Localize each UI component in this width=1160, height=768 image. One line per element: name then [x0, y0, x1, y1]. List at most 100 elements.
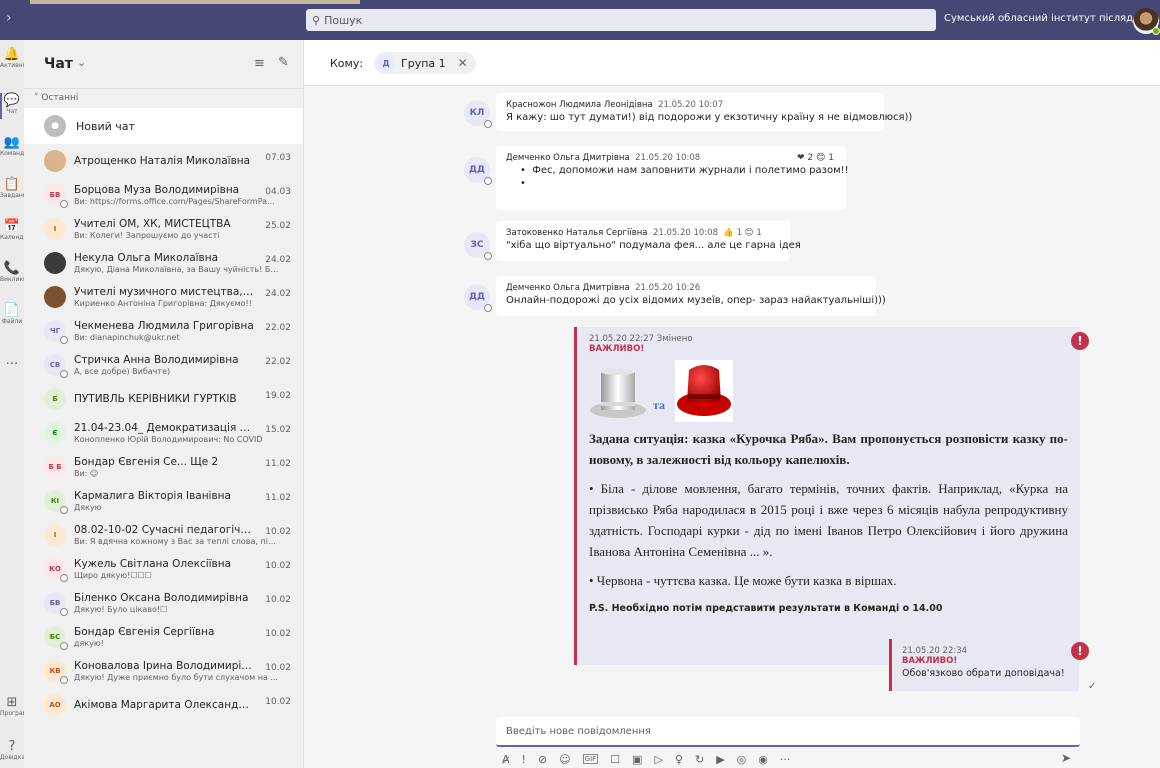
more-icon[interactable]: ··· — [780, 753, 791, 766]
search-icon: ⚲ — [312, 13, 321, 27]
seen-status-icon: ✓ — [1088, 681, 1097, 692]
chat-list-item[interactable]: Б Б Бондар Євгенія Се... Ще 2 Ви: ☺ 11.02 — [24, 450, 303, 484]
chat-list-item[interactable]: І Учителі ОМ, ХК, МИСТЕЦТВА Ви: Колеги! За… — [24, 212, 303, 246]
presence-available-icon — [1152, 27, 1160, 35]
close-icon[interactable]: ✕ — [458, 56, 468, 70]
reactions: 👍 1 😊 1 — [723, 228, 762, 238]
important-message[interactable]: 21.05.20 22:27 Змінено ВАЖЛИВО! та Задан… — [574, 327, 1080, 665]
chat-list-item[interactable]: Б ПУТИВЛЬ КЕРІВНИКИ ГУРТКІВ 19.02 — [24, 382, 303, 416]
compose-placeholder: Введіть нове повідомлення — [506, 726, 651, 737]
avatar[interactable]: ЗС — [464, 232, 492, 260]
avatar: ЧГ — [44, 320, 68, 344]
org-name[interactable]: Сумський обласний інститут післядипло... — [944, 13, 1160, 24]
chat-list-item[interactable]: Є21.04-23.04_ Демократизація та парт...К… — [24, 416, 303, 450]
chat-list-item[interactable]: Атрощенко Наталія Миколаївна 07.03 — [24, 144, 303, 178]
search-box[interactable]: ⚲ Пошук — [306, 9, 936, 31]
youtube-icon[interactable]: ▶ — [716, 753, 724, 766]
app-icon[interactable]: ◉ — [758, 753, 768, 766]
avatar: Б — [44, 388, 66, 410]
rail-apps[interactable]: ⊞Програми — [0, 696, 24, 718]
calls-icon: 📞 — [3, 261, 21, 276]
chat-list-item[interactable]: КІ Кармалига Вікторія Іванівна Дякую 11.02 — [24, 484, 303, 518]
chat-list-item[interactable]: БС Бондар Євгенія Сергіївна дякую! 10.02 — [24, 620, 303, 654]
chat-list-item[interactable]: І08.02-10-02 Сучасні педагогічні техн...… — [24, 518, 303, 552]
avatar: КІ — [44, 490, 68, 514]
rail-teams[interactable]: 👥Команди — [0, 135, 24, 158]
recipient-chip[interactable]: Д Група 1 ✕ — [374, 52, 476, 74]
message-bubble[interactable]: Демченко Ольга Дмитрівна 21.05.20 10:26 … — [496, 276, 886, 316]
rail-assignments[interactable]: 📋Завдання — [0, 178, 24, 200]
emoji-icon[interactable]: ☺ — [559, 753, 570, 766]
chat-list-item[interactable]: СВ Стричка Анна Володимирівна А, все добре… — [24, 348, 303, 382]
rail-help[interactable]: ? Довідка — [0, 740, 24, 762]
task-text: Задана ситуація: казка «Курочка Ряба». В… — [589, 431, 1068, 467]
white-hat-text: • Біла - ділове мовлення, багато терміні… — [589, 481, 1068, 559]
send-icon[interactable]: ➤ — [1061, 751, 1071, 765]
filter-icon[interactable]: ≡ — [254, 56, 265, 71]
rail-files[interactable]: 📄 Файли — [0, 303, 24, 326]
rail-calls[interactable]: 📞Виклики — [0, 261, 24, 284]
new-chat-label: Новий чат — [76, 119, 135, 133]
compose-box[interactable]: Введіть нове повідомлення — [496, 717, 1080, 747]
message-text: "хіба що віртуально" подумала фея... але… — [506, 240, 801, 251]
chat-list-item[interactable]: ЧГ Чекменева Людмила Григорівна Ви: dianap… — [24, 314, 303, 348]
chat-list-title[interactable]: Чат — [44, 56, 73, 72]
message-text: • Фес, допоможи нам заповнити журнали і … — [520, 165, 849, 176]
message-time: 21.05.20 10:26 — [635, 283, 701, 293]
chevron-down-icon[interactable]: ⌄ — [77, 56, 86, 69]
avatar: Б Б — [44, 456, 66, 478]
chat-list-item[interactable]: КВ Коновалова Ірина Володимирівна Дякую! Д… — [24, 654, 303, 688]
message-time: 21.05.20 10:08 — [635, 153, 701, 163]
teams-icon: 👥 — [3, 135, 21, 150]
avatar: Є — [44, 422, 66, 444]
praise-icon[interactable]: ♀ — [675, 753, 683, 766]
format-icon[interactable]: A̷ — [502, 753, 510, 766]
avatar: І — [44, 524, 66, 546]
new-chat-icon[interactable]: ✎ — [278, 55, 289, 70]
stream-icon[interactable]: ▷ — [654, 753, 662, 766]
gif-icon[interactable]: GIF — [582, 754, 599, 764]
chat-list-item[interactable]: КО Кужель Світлана Олексіївна Щиро дякую!☐… — [24, 552, 303, 586]
search-placeholder: Пошук — [324, 13, 363, 27]
more-icon: ··· — [5, 357, 19, 372]
group-avatar: Д — [377, 54, 395, 72]
avatar: СВ — [44, 354, 68, 378]
attach-icon[interactable]: ⊘ — [538, 753, 547, 766]
message-bubble[interactable]: Демченко Ольга Дмитрівна 21.05.20 10:08 … — [496, 146, 849, 210]
avatar[interactable]: ДД — [464, 284, 492, 312]
rail-more[interactable]: ··· — [0, 358, 24, 372]
chat-list-item[interactable]: БВ Біленко Оксана Володимирівна Дякую! Бул… — [24, 586, 303, 620]
avatar: АО — [44, 694, 66, 716]
avatar: КО — [44, 558, 68, 582]
message-time: 21.05.20 10:07 — [658, 100, 724, 110]
important-toggle-icon[interactable]: ! — [522, 753, 526, 766]
chat-list-item[interactable]: Учителі музичного мистецтва, худож...Кир… — [24, 280, 303, 314]
avatar[interactable]: ДД — [464, 157, 492, 185]
expand-icon[interactable]: › — [6, 10, 12, 26]
avatar: БВ — [44, 184, 68, 208]
rail-calendar[interactable]: 📅Календар — [0, 220, 24, 242]
loop-icon[interactable]: ↻ — [695, 753, 704, 766]
reactions[interactable]: ❤ 2 😊 1 — [797, 153, 834, 163]
new-chat-item[interactable]: ● Новий чат — [24, 108, 303, 144]
avatar: І — [44, 218, 66, 240]
message-bubble[interactable]: Красножон Людмила Леонідівна 21.05.20 10… — [496, 93, 912, 131]
files-icon: 📄 — [3, 303, 21, 318]
meet-icon[interactable]: ▣ — [632, 753, 642, 766]
profile-avatar[interactable] — [1133, 8, 1160, 35]
chat-list-item[interactable]: АО Акімова Маргарита Олександрівна 10.02 — [24, 688, 303, 722]
message-time: 21.05.20 10:08 — [652, 228, 718, 238]
recipient-bar: Кому: Д Група 1 ✕ — [304, 40, 1160, 86]
rail-chat[interactable]: 💬 Чат — [0, 94, 24, 116]
chat-list-item[interactable]: Некула Ольга Миколаївна Дякую, Діана Мико… — [24, 246, 303, 280]
sticker-icon[interactable]: ☐ — [610, 753, 620, 766]
important-message[interactable]: 21.05.20 22:34 ВАЖЛИВО! Обов'язково обра… — [889, 639, 1079, 691]
title-bar: › ⚲ Пошук Сумський обласний інститут піс… — [0, 0, 1160, 40]
avatar[interactable]: КЛ — [464, 100, 492, 128]
location-icon[interactable]: ◎ — [737, 753, 747, 766]
rail-activity[interactable]: 🔔Активність — [0, 48, 24, 70]
message-bubble[interactable]: Затоковенко Наталья Сергіївна 21.05.20 1… — [496, 221, 801, 261]
ps-text: P.S. Необхідно потім представити результ… — [589, 603, 943, 614]
chat-list-item[interactable]: БВ Борцова Муза Володимирівна Ви: https://… — [24, 178, 303, 212]
recent-section-label[interactable]: ˅ Останні — [24, 88, 303, 108]
